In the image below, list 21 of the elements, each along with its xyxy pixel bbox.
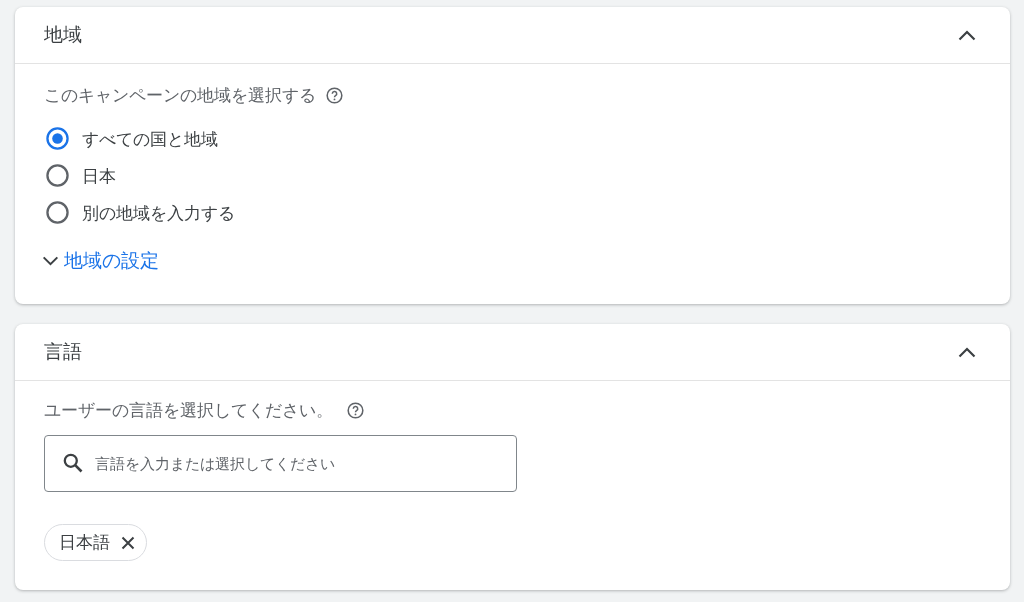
help-icon[interactable] — [347, 401, 364, 419]
radio-button[interactable] — [46, 164, 69, 187]
panel-title: 言語 — [44, 340, 82, 364]
option-label: 日本 — [82, 165, 116, 187]
panel-hint: ユーザーの言語を選択してください。 — [44, 400, 333, 421]
option-label: 別の地域を入力する — [82, 202, 235, 224]
remove-chip-button[interactable] — [120, 534, 136, 551]
panel-hint: このキャンペーンの地域を選択する — [44, 85, 316, 106]
close-icon — [121, 535, 135, 550]
location-settings-link[interactable]: 地域の設定 — [42, 249, 159, 273]
chevron-down-icon — [42, 256, 59, 266]
option-label: すべての国と地域 — [82, 128, 218, 150]
chevron-up-icon — [958, 29, 976, 41]
chevron-up-icon — [958, 346, 976, 358]
chip-label: 日本語 — [59, 531, 110, 554]
search-field[interactable]: 言語を入力または選択してください — [44, 435, 517, 492]
panel-title: 地域 — [44, 23, 82, 47]
help-icon[interactable] — [326, 86, 343, 104]
radio-button[interactable] — [46, 201, 69, 224]
search-icon — [63, 453, 83, 473]
radio-button[interactable] — [46, 127, 69, 150]
